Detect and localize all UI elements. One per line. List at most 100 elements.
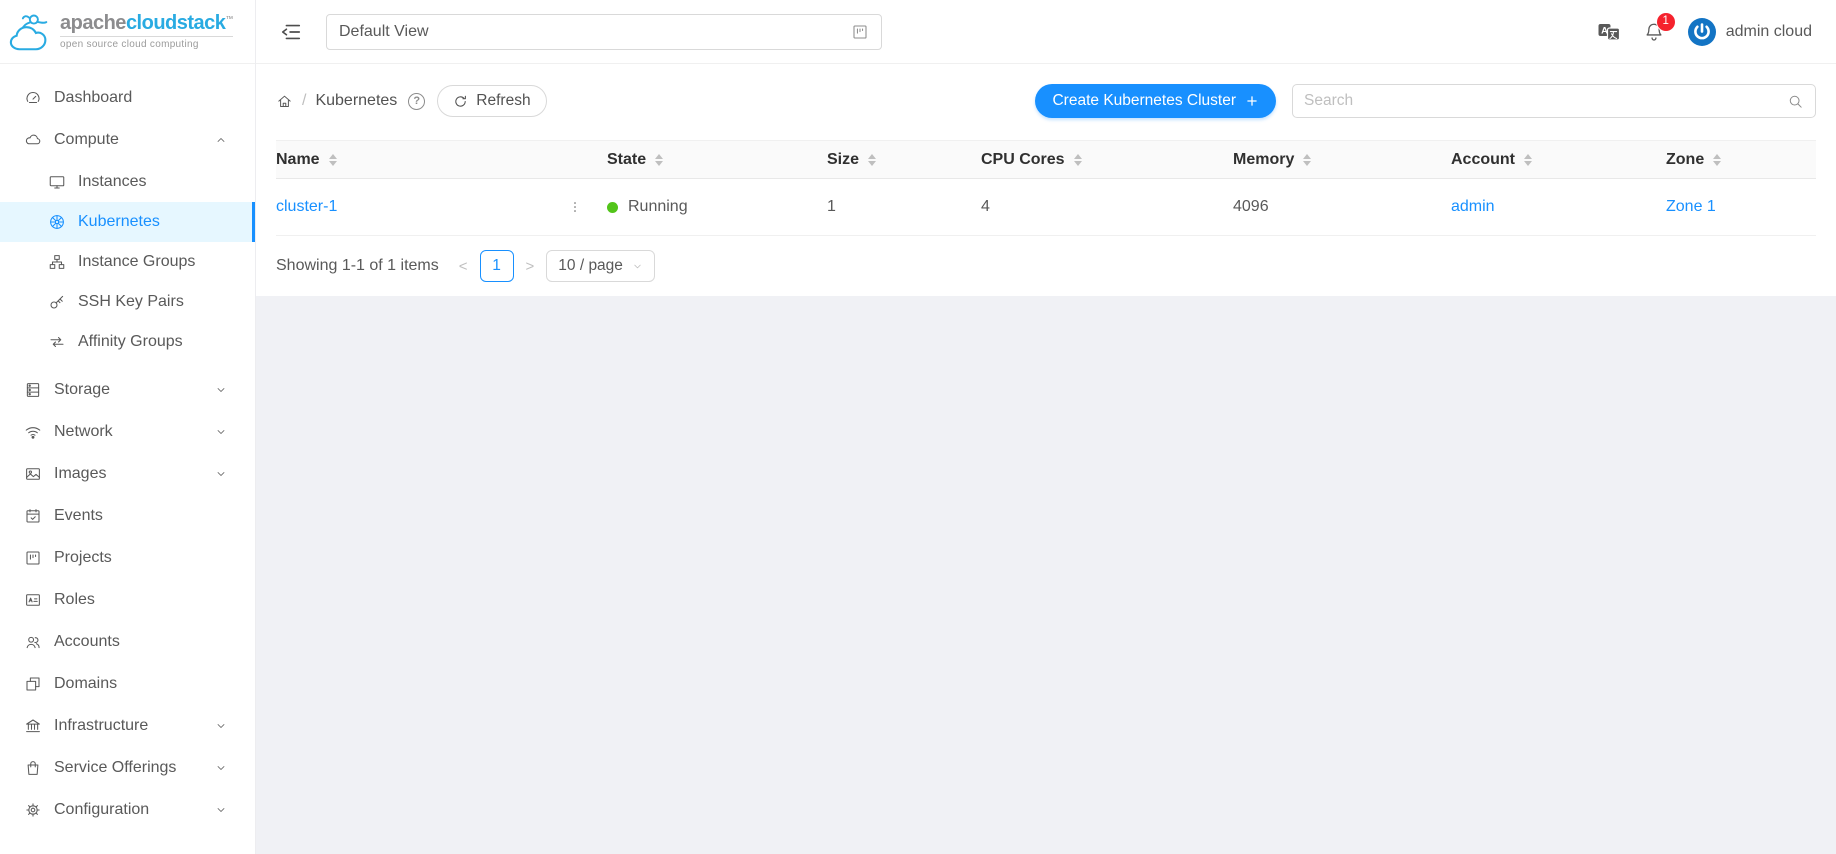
- project-view-input[interactable]: [339, 23, 851, 41]
- pagination: Showing 1-1 of 1 items < 1 > 10 / page: [276, 250, 1816, 282]
- breadcrumb-current: Kubernetes: [315, 92, 397, 110]
- sidebar-item-infrastructure[interactable]: Infrastructure: [0, 706, 255, 746]
- key-icon: [48, 293, 66, 311]
- brand-subtitle: open source cloud computing: [60, 36, 233, 50]
- column-header-cpu-cores[interactable]: CPU Cores: [981, 141, 1233, 179]
- cell-memory: 4096: [1233, 179, 1451, 236]
- chevron-down-icon: [215, 762, 227, 774]
- page-size-select[interactable]: 10 / page: [546, 250, 655, 282]
- sidebar-item-network[interactable]: Network: [0, 412, 255, 452]
- sidebar-item-ssh-key-pairs[interactable]: SSH Key Pairs: [0, 282, 255, 322]
- sidebar-item-roles[interactable]: Roles: [0, 580, 255, 620]
- sidebar-item-instance-groups[interactable]: Instance Groups: [0, 242, 255, 282]
- pagination-prev-icon[interactable]: <: [456, 258, 471, 275]
- main-area: A 1 admin cloud: [256, 0, 1836, 854]
- desktop-icon: [48, 173, 66, 191]
- sidebar-menu: Dashboard Compute Instances Kubernetes I…: [0, 64, 255, 836]
- column-header-size[interactable]: Size: [827, 141, 981, 179]
- search-input[interactable]: [1304, 92, 1787, 110]
- database-icon: [24, 381, 42, 399]
- chevron-down-icon: [215, 384, 227, 396]
- notifications-button[interactable]: 1: [1643, 21, 1665, 43]
- sidebar-item-storage[interactable]: Storage: [0, 370, 255, 410]
- toolbar-actions: Create Kubernetes Cluster: [1035, 84, 1816, 118]
- kubernetes-icon: [48, 213, 66, 231]
- sort-caret-icon: [1303, 154, 1311, 166]
- project-view-select[interactable]: [326, 14, 882, 50]
- logo-monkey-cloud-icon: [8, 9, 54, 55]
- sidebar-item-dashboard[interactable]: Dashboard: [0, 78, 255, 118]
- brand-text: apachecloudstack™ open source cloud comp…: [60, 13, 233, 50]
- sidebar-item-domains[interactable]: Domains: [0, 664, 255, 704]
- project-board-icon: [24, 549, 42, 567]
- search-icon[interactable]: [1787, 93, 1804, 110]
- kubernetes-list-card: / Kubernetes ? Refresh Create Kubernetes…: [256, 64, 1836, 296]
- chevron-down-icon: [215, 468, 227, 480]
- picture-icon: [24, 465, 42, 483]
- sort-caret-icon: [655, 154, 663, 166]
- sidebar-item-projects[interactable]: Projects: [0, 538, 255, 578]
- breadcrumb: / Kubernetes ?: [276, 92, 425, 110]
- table-header-row: Name State Size CPU Cores Memory Account…: [276, 141, 1816, 179]
- column-header-account[interactable]: Account: [1451, 141, 1666, 179]
- calendar-check-icon: [24, 507, 42, 525]
- column-header-memory[interactable]: Memory: [1233, 141, 1451, 179]
- project-board-icon: [851, 23, 869, 41]
- toolbar-row: / Kubernetes ? Refresh Create Kubernetes…: [276, 84, 1816, 118]
- kubernetes-table: Name State Size CPU Cores Memory Account…: [276, 140, 1816, 236]
- content-area: / Kubernetes ? Refresh Create Kubernetes…: [256, 64, 1836, 854]
- create-kubernetes-cluster-button[interactable]: Create Kubernetes Cluster: [1035, 84, 1276, 118]
- shopping-bag-icon: [24, 759, 42, 777]
- pagination-next-icon[interactable]: >: [523, 258, 538, 275]
- bank-icon: [24, 717, 42, 735]
- account-link[interactable]: admin: [1451, 198, 1495, 215]
- sidebar-item-service-offerings[interactable]: Service Offerings: [0, 748, 255, 788]
- cell-size: 1: [827, 179, 981, 236]
- sidebar-item-configuration[interactable]: Configuration: [0, 790, 255, 830]
- sidebar-item-events[interactable]: Events: [0, 496, 255, 536]
- cluster-icon: [48, 253, 66, 271]
- breadcrumb-separator: /: [302, 92, 306, 110]
- refresh-button[interactable]: Refresh: [437, 85, 546, 117]
- brand-title: apachecloudstack™: [60, 13, 233, 34]
- column-header-name[interactable]: Name: [276, 141, 607, 179]
- zone-link[interactable]: Zone 1: [1666, 198, 1716, 215]
- status-text: Running: [628, 198, 688, 216]
- top-header-bar: A 1 admin cloud: [256, 0, 1836, 64]
- collapse-sidebar-icon[interactable]: [280, 21, 302, 43]
- column-header-state[interactable]: State: [607, 141, 827, 179]
- blocks-icon: [24, 675, 42, 693]
- column-header-zone[interactable]: Zone: [1666, 141, 1816, 179]
- sidebar-item-kubernetes[interactable]: Kubernetes: [0, 202, 255, 242]
- pagination-page-1[interactable]: 1: [480, 250, 514, 282]
- reload-icon: [453, 94, 468, 109]
- sidebar-item-affinity-groups[interactable]: Affinity Groups: [0, 322, 255, 362]
- question-circle-icon[interactable]: ?: [408, 93, 425, 110]
- sidebar-item-images[interactable]: Images: [0, 454, 255, 494]
- sidebar-item-instances[interactable]: Instances: [0, 162, 255, 202]
- sort-caret-icon: [1713, 154, 1721, 166]
- pagination-summary: Showing 1-1 of 1 items: [276, 257, 439, 275]
- home-icon[interactable]: [276, 93, 293, 110]
- notification-badge: 1: [1657, 13, 1675, 31]
- sidebar: apachecloudstack™ open source cloud comp…: [0, 0, 256, 854]
- chevron-up-icon: [215, 134, 227, 146]
- cloud-icon: [24, 131, 42, 149]
- gear-icon: [24, 801, 42, 819]
- wifi-icon: [24, 423, 42, 441]
- sort-caret-icon: [1524, 154, 1532, 166]
- sidebar-item-compute[interactable]: Compute: [0, 120, 255, 160]
- cloudstack-logo[interactable]: apachecloudstack™ open source cloud comp…: [0, 0, 255, 64]
- translate-icon[interactable]: A: [1597, 20, 1621, 44]
- sort-caret-icon: [329, 154, 337, 166]
- topbar-right-group: A 1 admin cloud: [1597, 17, 1812, 47]
- search-box: [1292, 84, 1816, 118]
- team-icon: [24, 633, 42, 651]
- chevron-down-icon: [215, 720, 227, 732]
- swap-icon: [48, 333, 66, 351]
- ellipsis-vertical-icon[interactable]: [567, 199, 583, 215]
- sidebar-item-accounts[interactable]: Accounts: [0, 622, 255, 662]
- user-name: admin cloud: [1726, 23, 1812, 41]
- cluster-name-link[interactable]: cluster-1: [276, 198, 337, 216]
- user-menu[interactable]: admin cloud: [1687, 17, 1812, 47]
